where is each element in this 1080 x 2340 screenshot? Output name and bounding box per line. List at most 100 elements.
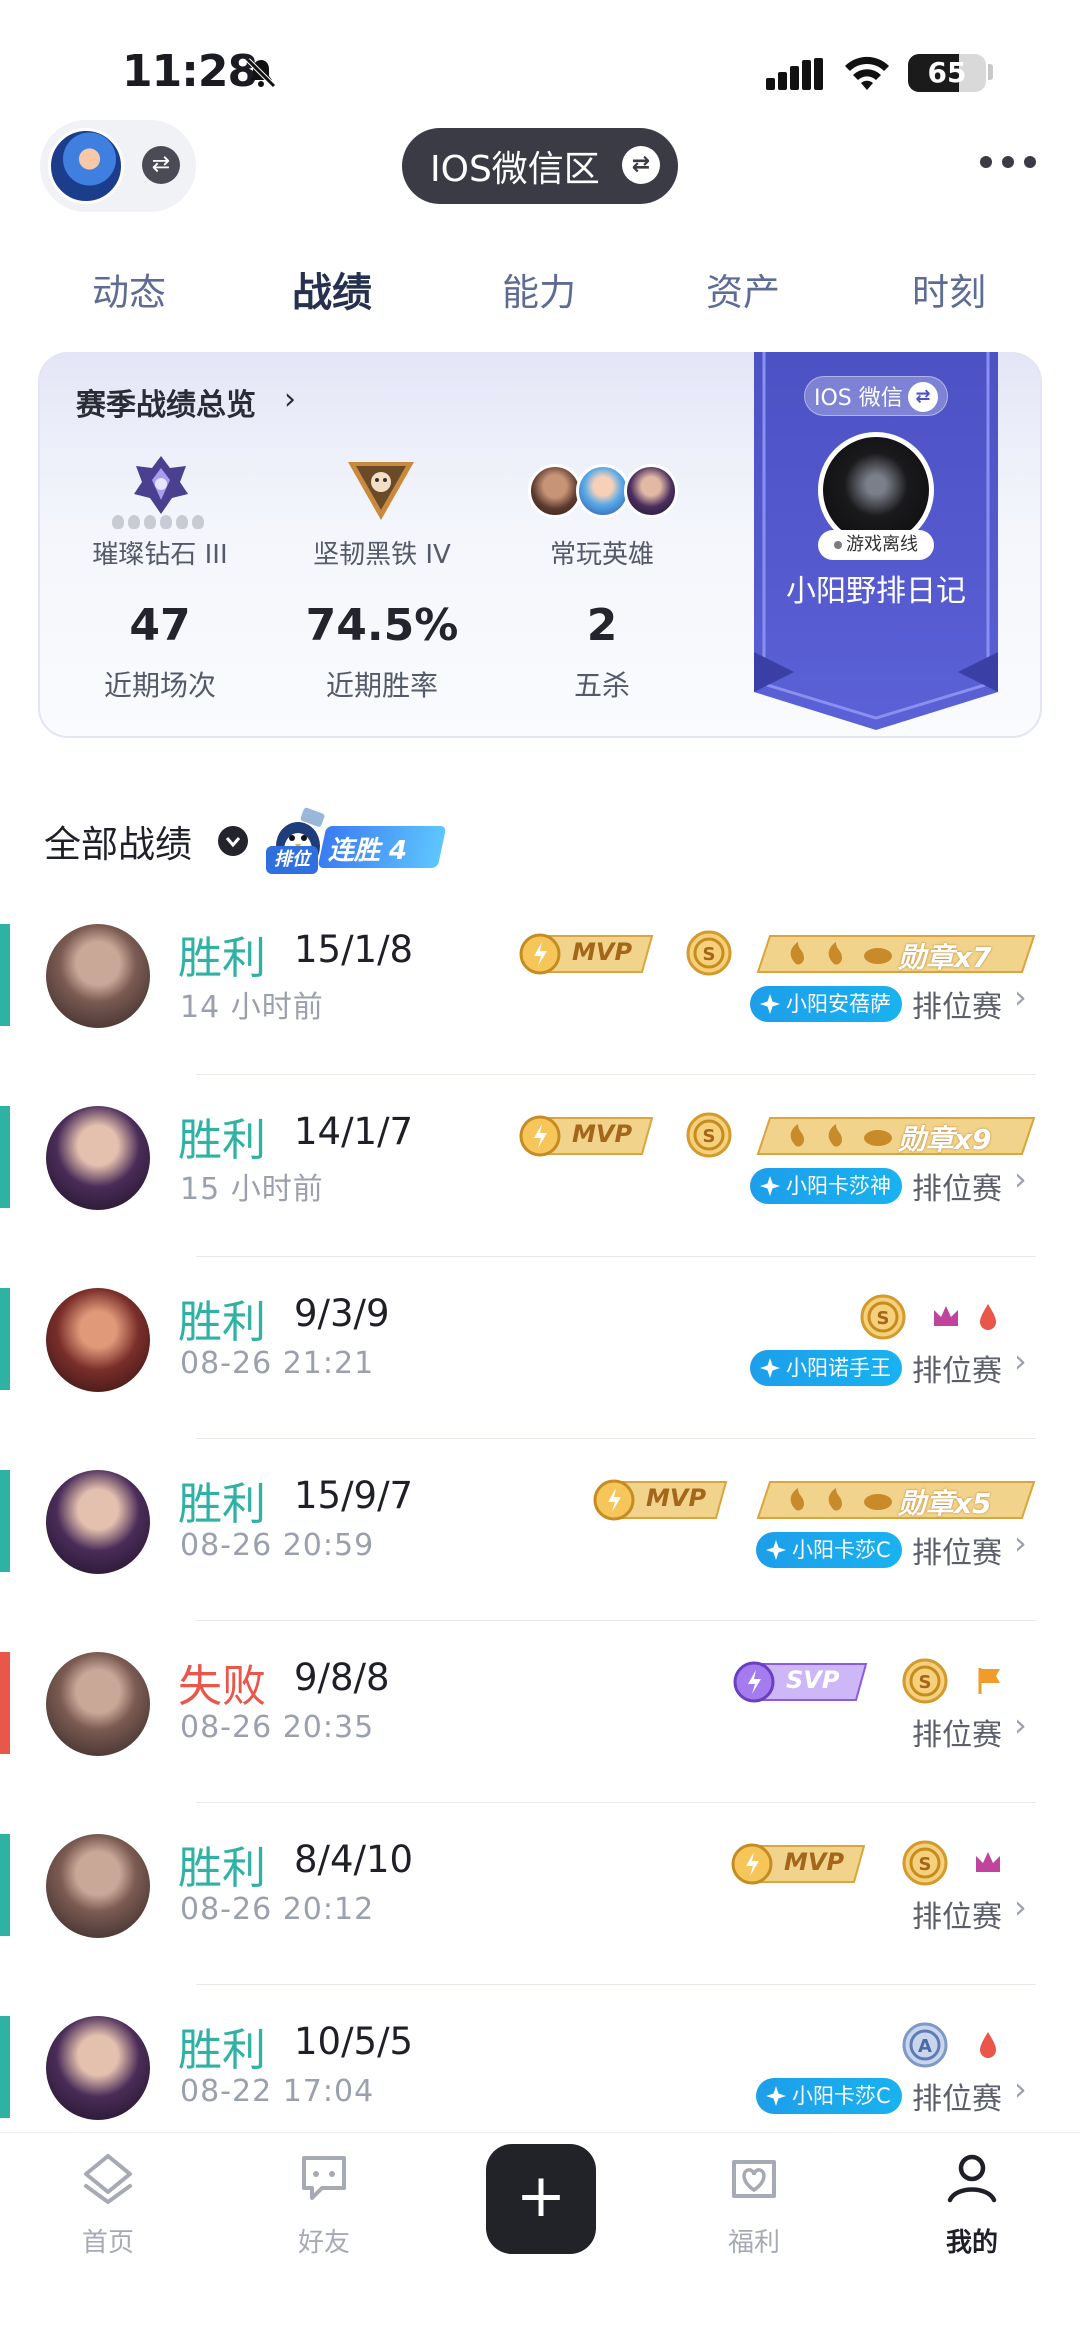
chevron-right-icon: ›	[284, 382, 296, 417]
hero-avatar[interactable]	[46, 1106, 150, 1210]
heroes-label: 常玩英雄	[549, 540, 654, 570]
match-mode[interactable]: 排位赛	[912, 1528, 1002, 1572]
hero-portrait	[576, 464, 630, 518]
swap-icon[interactable]: ⇄	[622, 146, 660, 184]
s-rating-icon: S	[902, 1840, 948, 1886]
mvp-label: MVP	[784, 1848, 845, 1876]
match-mode[interactable]: 排位赛	[912, 1346, 1002, 1390]
result-stripe	[0, 1106, 10, 1208]
hero-title-text: 小阳卡莎C	[792, 2084, 891, 2108]
hero-avatar[interactable]	[46, 1652, 150, 1756]
match-result: 胜利	[178, 1115, 266, 1166]
hero-portrait	[624, 464, 678, 518]
record-filter-label[interactable]: 全部战绩	[44, 814, 192, 868]
result-stripe	[0, 1470, 10, 1572]
nav-friends-label[interactable]: 好友	[264, 2222, 384, 2259]
match-mode[interactable]: 排位赛	[912, 1892, 1002, 1936]
match-mode[interactable]: 排位赛	[912, 1164, 1002, 1208]
online-status-text: 游戏离线	[846, 534, 918, 555]
medal-label: 勋章x5	[898, 1487, 992, 1520]
match-kda: 9/8/8	[294, 1656, 390, 1699]
tab-ability[interactable]: 能力	[502, 262, 576, 316]
result-stripe	[0, 1652, 10, 1754]
svg-text:S: S	[703, 944, 716, 965]
hero-title-tag[interactable]: 小阳卡莎C	[756, 2078, 902, 2114]
match-result: 胜利	[178, 2025, 266, 2076]
tab-records[interactable]: 战绩	[292, 260, 372, 318]
match-time: 15 小时前	[180, 1172, 324, 1207]
medal-badge	[756, 935, 1036, 973]
chevron-right-icon[interactable]: ›	[1014, 1706, 1027, 1744]
swap-icon[interactable]: ⇄	[908, 382, 938, 412]
medal-badge	[756, 1117, 1036, 1155]
medal-label: 勋章x9	[898, 1123, 992, 1156]
row-divider	[196, 1984, 1036, 1985]
nav-me-label[interactable]: 我的	[912, 2222, 1032, 2259]
wifi-icon	[845, 56, 889, 90]
hero-title-text: 小阳安蓓萨	[786, 992, 891, 1016]
chevron-right-icon[interactable]: ›	[1014, 1888, 1027, 1926]
crown-icon	[934, 1306, 958, 1326]
result-stripe	[0, 924, 10, 1026]
hero-title-tag[interactable]: 小阳诺手王	[750, 1350, 902, 1386]
account-avatar[interactable]	[48, 128, 124, 204]
result-stripe	[0, 1288, 10, 1390]
match-mode[interactable]: 排位赛	[912, 1710, 1002, 1754]
match-mode[interactable]: 排位赛	[912, 2074, 1002, 2118]
svg-text:A: A	[918, 2036, 932, 2057]
signal-icon	[766, 58, 823, 90]
hero-title-tag[interactable]: 小阳卡莎C	[756, 1532, 902, 1568]
win-rate-label: 近期胜率	[325, 669, 438, 702]
chevron-right-icon[interactable]: ›	[1014, 1524, 1027, 1562]
s-rating-icon: S	[686, 1112, 732, 1158]
hero-title-text: 小阳诺手王	[786, 1356, 891, 1380]
recent-games-value: 47	[129, 600, 191, 651]
more-icon[interactable]	[980, 156, 1036, 172]
banner-region-label: IOS 微信	[814, 386, 903, 411]
nav-home-label[interactable]: 首页	[48, 2222, 168, 2259]
mvp-label: MVP	[572, 1120, 633, 1148]
hero-avatar[interactable]	[46, 924, 150, 1028]
match-kda: 10/5/5	[294, 2020, 414, 2063]
chevron-right-icon[interactable]: ›	[1014, 2070, 1027, 2108]
recent-games-label: 近期场次	[103, 669, 216, 702]
match-time: 08-26 20:59	[180, 1528, 375, 1563]
hero-title-tag[interactable]: 小阳安蓓萨	[750, 986, 902, 1022]
tab-assets[interactable]: 资产	[706, 262, 780, 316]
chevron-right-icon[interactable]: ›	[1014, 1160, 1027, 1198]
match-time: 08-26 21:21	[180, 1346, 375, 1381]
chevron-down-icon[interactable]	[218, 826, 248, 856]
app-screen: 11:28 65 ⇄ IOS微信区 ⇄ 动态 战绩 能力 资产 时刻 赛季战绩总…	[0, 0, 1080, 2340]
tab-dynamics[interactable]: 动态	[92, 262, 166, 316]
sparkle-icon	[760, 1176, 780, 1196]
match-result: 胜利	[178, 1297, 266, 1348]
penta-kill-label: 五杀	[573, 669, 630, 702]
nav-welfare-label[interactable]: 福利	[694, 2222, 814, 2259]
diamond-rank-icon	[134, 456, 188, 514]
hero-title-text: 小阳卡莎神	[786, 1174, 891, 1198]
match-time: 08-22 17:04	[180, 2074, 375, 2109]
hero-avatar[interactable]	[46, 1288, 150, 1392]
tab-moments[interactable]: 时刻	[912, 262, 986, 316]
row-divider	[196, 1256, 1036, 1257]
chevron-right-icon[interactable]: ›	[1014, 1342, 1027, 1380]
a-rating-icon: A	[902, 2022, 948, 2068]
medal-label: 勋章x7	[898, 941, 992, 974]
hero-avatar[interactable]	[46, 1834, 150, 1938]
rank-stars	[112, 514, 212, 534]
chevron-right-icon[interactable]: ›	[1014, 978, 1027, 1016]
match-mode[interactable]: 排位赛	[912, 982, 1002, 1026]
online-status-badge: 游戏离线	[818, 530, 934, 560]
swap-icon[interactable]: ⇄	[142, 146, 180, 184]
hero-avatar[interactable]	[46, 2016, 150, 2120]
hero-avatar[interactable]	[46, 1470, 150, 1574]
row-divider	[196, 1620, 1036, 1621]
streak-text: 连胜 4	[328, 836, 408, 866]
rank-1-label: 璀璨钻石 III	[92, 540, 228, 570]
result-stripe	[0, 1834, 10, 1936]
sparkle-icon	[760, 1358, 780, 1378]
season-title[interactable]: 赛季战绩总览	[76, 380, 256, 424]
hero-title-tag[interactable]: 小阳卡莎神	[750, 1168, 902, 1204]
row-divider	[196, 1802, 1036, 1803]
match-kda: 9/3/9	[294, 1292, 390, 1335]
